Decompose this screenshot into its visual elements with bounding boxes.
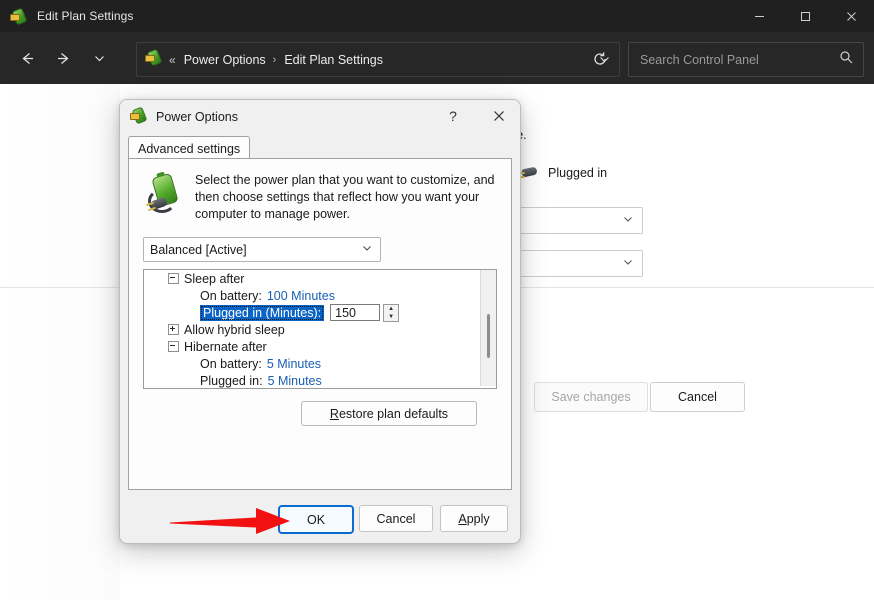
refresh-button[interactable] (583, 42, 617, 75)
chevron-down-icon (361, 241, 373, 259)
apply-accel: A (458, 512, 466, 526)
tree-row[interactable]: Sleep after (144, 270, 496, 287)
breadcrumb-item-edit-plan-settings[interactable]: Edit Plan Settings (284, 53, 383, 67)
background-plugged-in-header: Plugged in (518, 165, 607, 181)
power-plan-icon (143, 173, 187, 217)
tab-panel-advanced-settings: Select the power plan that you want to c… (128, 158, 512, 490)
dialog-description-text: Select the power plan that you want to c… (195, 171, 495, 223)
breadcrumb-overflow-icon[interactable]: « (169, 53, 176, 67)
tree-row-label: Plugged in (Minutes): (200, 305, 324, 321)
chevron-down-icon (622, 212, 634, 230)
background-plugged-in-label: Plugged in (548, 166, 607, 180)
power-options-dialog: Power Options ? Advanced settings Select… (119, 99, 521, 544)
tree-row-value[interactable]: 5 Minutes (268, 374, 322, 388)
tree-row[interactable]: Hibernate after (144, 338, 496, 355)
tree-row-label: Hibernate after (184, 340, 267, 354)
tree-row-label: Allow hybrid sleep (184, 323, 285, 337)
screen: Edit Plan Settings (0, 0, 874, 600)
tree-row-label: Plugged in: (200, 374, 263, 388)
address-bar[interactable]: « Power Options › Edit Plan Settings (136, 42, 620, 77)
maximize-button[interactable] (782, 0, 828, 32)
content-left-pane (0, 84, 120, 600)
power-plan-select[interactable]: Balanced [Active] (143, 237, 381, 262)
tree-row[interactable]: Plugged in (Minutes):150▲▼ (144, 304, 496, 321)
stepper-down-icon[interactable]: ▼ (388, 314, 394, 320)
stepper-buttons[interactable]: ▲▼ (383, 304, 399, 322)
close-button[interactable] (828, 0, 874, 32)
search-input[interactable] (638, 52, 839, 68)
forward-button[interactable] (48, 43, 78, 73)
minimize-button[interactable] (736, 0, 782, 32)
search-box[interactable] (628, 42, 864, 77)
save-changes-button[interactable]: Save changes (534, 382, 648, 412)
restore-accel: R (330, 407, 339, 421)
tree-row[interactable]: Allow hybrid sleep (144, 321, 496, 338)
dialog-close-button[interactable] (484, 102, 514, 130)
minutes-input[interactable]: 150 (330, 304, 380, 321)
tree-rows: Sleep after On battery: 100 Minutes Plugged… (144, 270, 496, 389)
minutes-stepper[interactable]: 150▲▼ (330, 304, 399, 322)
dialog-title: Power Options (156, 110, 238, 124)
tree-row[interactable]: On battery: 5 Minutes (144, 355, 496, 372)
dialog-description: Select the power plan that you want to c… (143, 171, 495, 223)
expand-icon[interactable] (168, 324, 179, 335)
power-options-icon (130, 106, 148, 129)
restore-plan-defaults-button[interactable]: Restore plan defaults (301, 401, 477, 426)
power-options-icon (10, 7, 28, 25)
annotation-arrow (168, 503, 293, 539)
tree-scrollbar-thumb[interactable] (487, 314, 490, 358)
tree-row-label: On battery: (200, 289, 262, 303)
chevron-down-icon (622, 255, 634, 273)
tab-strip: Advanced settings (128, 136, 512, 159)
background-cancel-button[interactable]: Cancel (650, 382, 745, 412)
restore-label-rest: estore plan defaults (339, 407, 448, 421)
tree-row-value[interactable]: 100 Minutes (267, 289, 335, 303)
dialog-cancel-button[interactable]: Cancel (359, 505, 433, 532)
apply-label-rest: pply (467, 512, 490, 526)
plug-icon (518, 165, 540, 181)
tree-scrollbar[interactable] (480, 270, 496, 386)
apply-button[interactable]: Apply (440, 505, 508, 532)
collapse-icon[interactable] (168, 341, 179, 352)
back-button[interactable] (12, 43, 42, 73)
window-titlebar: Edit Plan Settings (0, 0, 874, 32)
tree-row-label: Sleep after (184, 272, 244, 286)
breadcrumb-separator-icon: › (273, 54, 277, 66)
tree-row-label: On battery: (200, 357, 262, 371)
window-controls (736, 0, 874, 32)
breadcrumb-icon (145, 48, 163, 71)
stepper-up-icon[interactable]: ▲ (388, 306, 394, 312)
help-button[interactable]: ? (438, 102, 468, 130)
tree-row-value[interactable]: 5 Minutes (267, 357, 321, 371)
power-plan-selected-value: Balanced [Active] (150, 243, 247, 257)
tree-row[interactable]: On battery: 100 Minutes (144, 287, 496, 304)
breadcrumb-item-power-options[interactable]: Power Options (184, 53, 266, 67)
tab-advanced-settings[interactable]: Advanced settings (128, 136, 250, 160)
collapse-icon[interactable] (168, 273, 179, 284)
search-icon[interactable] (839, 50, 853, 69)
tree-row[interactable]: Plugged in: 5 Minutes (144, 372, 496, 389)
recent-locations-button[interactable] (84, 43, 114, 73)
window-title: Edit Plan Settings (37, 9, 134, 23)
advanced-settings-tree[interactable]: Sleep after On battery: 100 Minutes Plugged… (143, 269, 497, 389)
